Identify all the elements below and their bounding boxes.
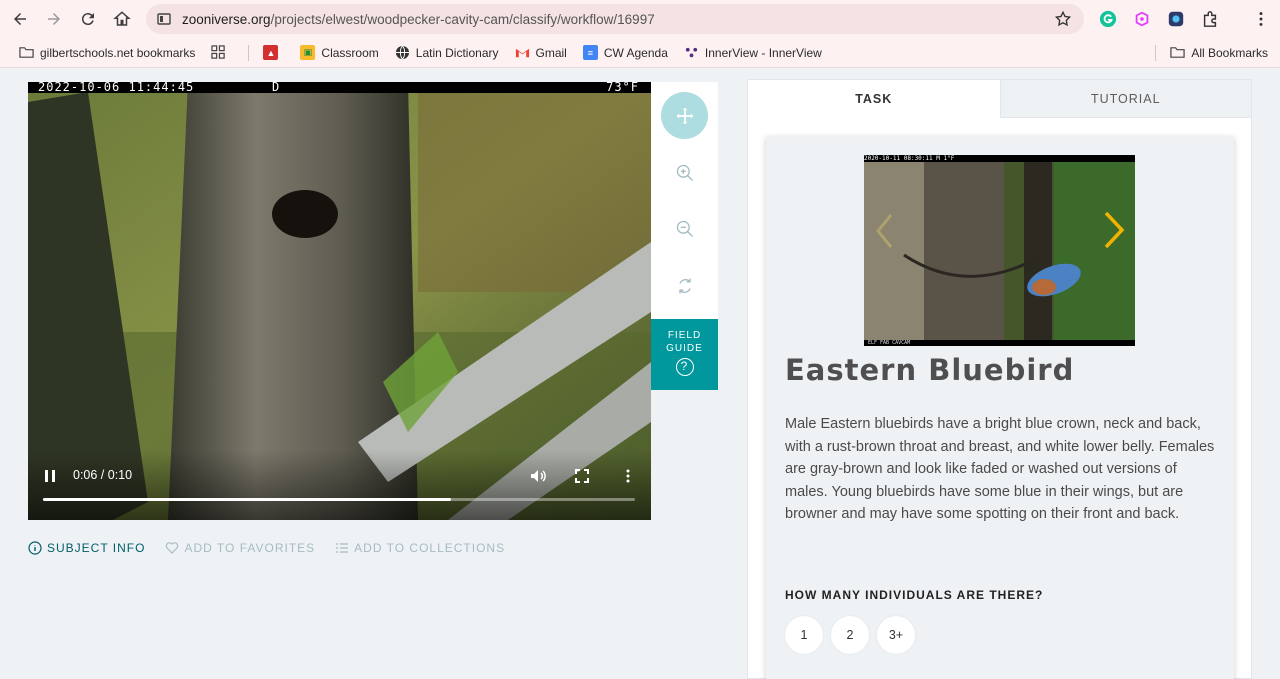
forward-button[interactable] — [37, 2, 71, 36]
home-button[interactable] — [105, 2, 139, 36]
red-app-icon: ▲ — [263, 45, 279, 60]
more-options-icon[interactable] — [620, 468, 636, 484]
zoom-in-button[interactable] — [661, 149, 708, 196]
extension-blue-icon[interactable] — [1166, 9, 1186, 29]
volume-icon[interactable] — [529, 467, 547, 485]
classroom-icon: ▣ — [300, 45, 316, 60]
list-icon — [336, 543, 349, 553]
video-progress-fill — [43, 498, 452, 501]
bookmark-star-icon[interactable] — [1054, 10, 1072, 28]
bookmark-cw-agenda[interactable]: ≡ CW Agenda — [582, 45, 668, 60]
panel-tabs: TASK TUTORIAL — [748, 80, 1251, 118]
species-title: Eastern Bluebird — [785, 353, 1075, 387]
folder-icon — [1170, 47, 1185, 58]
bookmarks-bar: gilbertschools.net bookmarks ▲ ▣ Classro… — [0, 38, 1280, 68]
question-label: HOW MANY INDIVIDUALS ARE THERE? — [785, 588, 1044, 602]
species-image: 2020-10-11 08:30:11 M 1°F ELF FAB CAVCAM — [864, 155, 1135, 346]
bookmark-gmail[interactable]: Gmail — [515, 45, 567, 60]
innerview-icon — [685, 47, 698, 58]
zoom-out-button[interactable] — [661, 205, 708, 252]
field-guide-card: 2020-10-11 08:30:11 M 1°F ELF FAB CAVCAM… — [766, 137, 1234, 679]
pause-icon[interactable] — [42, 468, 58, 484]
bookmark-separator — [248, 44, 250, 61]
address-bar[interactable]: zooniverse.org/projects/elwest/woodpecke… — [146, 4, 1084, 34]
image-timestamp: 2020-10-11 08:30:11 M 1°F — [864, 155, 1135, 162]
zoom-out-icon — [676, 220, 693, 237]
next-image-icon[interactable] — [1102, 209, 1126, 251]
heart-icon — [166, 542, 179, 554]
video-progress-bar[interactable] — [43, 498, 635, 501]
home-icon — [113, 11, 131, 26]
bookmark-classroom[interactable]: ▣ Classroom — [300, 45, 379, 60]
site-info-icon[interactable] — [156, 11, 172, 27]
add-to-favorites-button[interactable]: ADD TO FAVORITES — [165, 541, 315, 555]
gmail-icon — [515, 48, 529, 58]
grammarly-extension-icon[interactable] — [1098, 9, 1118, 29]
task-panel: TASK TUTORIAL 2020-10-11 08:30:11 M 1°F … — [747, 79, 1252, 679]
subject-info-button[interactable]: SUBJECT INFO — [28, 541, 145, 555]
species-description: Male Eastern bluebirds have a bright blu… — [785, 416, 1215, 522]
apps-grid-icon — [211, 45, 226, 59]
apps-grid-button[interactable] — [211, 45, 232, 60]
answer-button-1[interactable]: 1 — [785, 616, 823, 654]
video-timestamp-bar: 2022-10-06 11:44:45 D 73°F — [28, 82, 651, 93]
docs-icon: ≡ — [582, 45, 598, 60]
answer-group: 1 2 3+ — [785, 616, 923, 654]
move-icon — [676, 107, 693, 124]
bookmark-gilbertschools[interactable]: gilbertschools.net bookmarks — [19, 45, 195, 60]
tab-tutorial[interactable]: TUTORIAL — [999, 80, 1251, 118]
image-footer: ELF FAB CAVCAM — [864, 340, 1135, 346]
back-button[interactable] — [3, 2, 37, 36]
globe-icon — [395, 45, 409, 60]
rotate-icon — [678, 278, 691, 293]
url-text: zooniverse.org/projects/elwest/woodpecke… — [182, 11, 655, 27]
bookmark-red-app[interactable]: ▲ — [263, 45, 284, 60]
video-time: 0:06 / 0:10 — [73, 468, 133, 482]
reload-icon — [81, 13, 94, 26]
image-toolbar — [651, 82, 718, 319]
extensions-puzzle-icon[interactable] — [1200, 9, 1220, 29]
folder-link-icon — [19, 47, 34, 58]
all-bookmarks-button[interactable]: All Bookmarks — [1170, 45, 1268, 60]
extension-pink-icon[interactable] — [1132, 9, 1152, 29]
rotate-button[interactable] — [661, 262, 708, 309]
fullscreen-icon[interactable] — [574, 468, 590, 484]
subject-meta-bar: SUBJECT INFO ADD TO FAVORITES ADD TO COL… — [28, 541, 525, 555]
reload-button[interactable] — [71, 2, 105, 36]
zoom-in-icon — [676, 164, 693, 181]
arrow-right-icon — [48, 13, 60, 25]
video-controls — [28, 450, 651, 520]
add-to-collections-button[interactable]: ADD TO COLLECTIONS — [335, 541, 505, 555]
previous-image-icon[interactable] — [874, 211, 894, 251]
arrow-left-icon — [14, 13, 26, 25]
bookmark-latin-dictionary[interactable]: Latin Dictionary — [395, 45, 499, 60]
help-icon: ? — [675, 358, 694, 376]
info-icon — [28, 541, 42, 555]
browser-toolbar: zooniverse.org/projects/elwest/woodpecke… — [0, 0, 1280, 38]
answer-button-2[interactable]: 2 — [831, 616, 869, 654]
move-tool-button[interactable] — [661, 92, 708, 139]
answer-button-3plus[interactable]: 3+ — [877, 616, 915, 654]
bookmark-separator — [1155, 45, 1156, 61]
subject-video[interactable]: 2022-10-06 11:44:45 D 73°F 0:06 / 0:10 — [28, 82, 651, 520]
bookmark-innerview[interactable]: InnerView - InnerView — [684, 45, 822, 60]
field-guide-button[interactable]: FIELD GUIDE ? — [651, 319, 718, 390]
tab-task[interactable]: TASK — [748, 80, 1000, 118]
species-photo — [864, 155, 1135, 346]
browser-menu-icon[interactable] — [1251, 9, 1271, 29]
